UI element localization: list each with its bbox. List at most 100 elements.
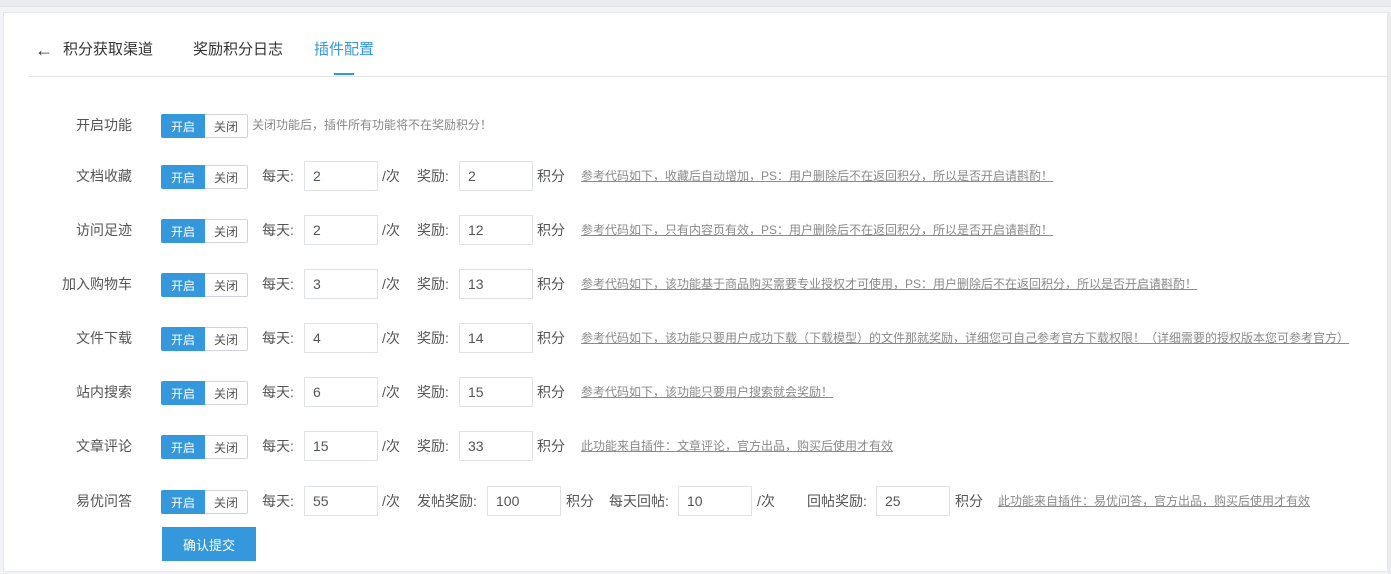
toggle-off-button[interactable]: 关闭 xyxy=(205,490,249,514)
toggle-on-button[interactable]: 开启 xyxy=(161,381,206,405)
reward-input[interactable] xyxy=(459,431,533,461)
toggle-on-button[interactable]: 开启 xyxy=(161,219,206,243)
reward-input[interactable] xyxy=(459,377,533,407)
toggle-on-button[interactable]: 开启 xyxy=(161,273,206,297)
per-day-label: 每天: xyxy=(262,438,294,454)
toggle-off-button[interactable]: 关闭 xyxy=(205,114,249,138)
reply-reward-input[interactable] xyxy=(876,486,950,516)
row-label: 文档收藏 xyxy=(76,168,132,184)
post-reward-input[interactable] xyxy=(487,486,561,516)
per-day-input[interactable] xyxy=(304,486,378,516)
row-note-link[interactable]: 参考代码如下，收藏后自动增加，PS：用户删除后不在返回积分，所以是否开启请斟酌！ xyxy=(581,161,1053,191)
tab-plugin-config[interactable]: 插件配置 xyxy=(314,41,374,59)
active-tab-indicator xyxy=(334,73,354,75)
back-arrow-icon[interactable]: ← xyxy=(35,41,53,59)
reply-reward-label: 回帖奖励: xyxy=(807,493,867,509)
row-toggle[interactable]: 开启 关闭 xyxy=(161,273,249,297)
row-toggle[interactable]: 开启 关闭 xyxy=(161,327,249,351)
tab-reward-log[interactable]: 奖励积分日志 xyxy=(193,41,283,59)
toggle-off-button[interactable]: 关闭 xyxy=(205,273,249,297)
row-label: 加入购物车 xyxy=(62,276,132,292)
per-time-unit: /次 xyxy=(382,438,400,454)
tab-bar: ← 积分获取渠道 奖励积分日志 插件配置 xyxy=(28,13,1390,77)
row-setting: 文章评论 开启关闭每天: /次 奖励: 积分此功能来自插件：文章评论，官方出品，购买后使… xyxy=(4,431,1389,461)
row-note-link[interactable]: 参考代码如下，该功能只要用户成功下载（下载模型）的文件那就奖励，详细您可自己参考… xyxy=(581,323,1349,353)
post-reward-label: 发帖奖励: xyxy=(417,493,477,509)
points-unit: 积分 xyxy=(566,493,594,509)
toggle-off-button[interactable]: 关闭 xyxy=(205,165,249,189)
toggle-off-button[interactable]: 关闭 xyxy=(205,381,249,405)
points-unit: 积分 xyxy=(955,493,983,509)
row-setting: 站内搜索 开启关闭每天: /次 奖励: 积分参考代码如下，该功能只要用户搜索就会奖励！ xyxy=(4,377,1389,407)
row-note-link[interactable]: 参考代码如下，只有内容页有效，PS：用户删除后不在返回积分，所以是否开启请斟酌！ xyxy=(581,215,1053,245)
per-time-unit: /次 xyxy=(382,330,400,346)
daily-reply-input[interactable] xyxy=(678,486,752,516)
toggle-on-button[interactable]: 开启 xyxy=(161,327,206,351)
per-day-label: 每天: xyxy=(262,276,294,292)
per-day-input[interactable] xyxy=(304,377,378,407)
confirm-submit-button[interactable]: 确认提交 xyxy=(162,527,256,561)
daily-reply-label: 每天回帖: xyxy=(609,493,669,509)
per-time-unit: /次 xyxy=(757,493,775,509)
toggle-on-button[interactable]: 开启 xyxy=(161,435,206,459)
per-time-unit: /次 xyxy=(382,493,400,509)
row-toggle[interactable]: 开启 关闭 xyxy=(161,165,249,189)
toggle-off-button[interactable]: 关闭 xyxy=(205,327,249,351)
per-day-input[interactable] xyxy=(304,323,378,353)
per-time-unit: /次 xyxy=(382,168,400,184)
row-note-link[interactable]: 此功能来自插件：文章评论，官方出品，购买后使用才有效 xyxy=(581,431,893,461)
toggle-on-button[interactable]: 开启 xyxy=(161,490,206,514)
points-unit: 积分 xyxy=(537,438,565,454)
points-unit: 积分 xyxy=(537,222,565,238)
row-note-link[interactable]: 此功能来自插件：易优问答，官方出品，购买后使用才有效 xyxy=(998,486,1310,516)
row-label: 开启功能 xyxy=(76,117,132,133)
tab-points-channels[interactable]: 积分获取渠道 xyxy=(63,41,153,59)
reward-label: 奖励: xyxy=(417,222,449,238)
row-label: 访问足迹 xyxy=(76,222,132,238)
per-day-label: 每天: xyxy=(262,222,294,238)
row-label: 站内搜索 xyxy=(76,384,132,400)
settings-panel: ← 积分获取渠道 奖励积分日志 插件配置 开启功能 开启 关闭 关闭功能后，插件… xyxy=(3,12,1390,572)
reward-label: 奖励: xyxy=(417,438,449,454)
per-day-input[interactable] xyxy=(304,161,378,191)
row-label: 易优问答 xyxy=(76,493,132,509)
reward-label: 奖励: xyxy=(417,168,449,184)
master-toggle[interactable]: 开启 关闭 xyxy=(161,114,249,138)
row-note-link[interactable]: 参考代码如下，该功能基于商品购买需要专业授权才可使用，PS：用户删除后不在返回积… xyxy=(581,269,1197,299)
points-unit: 积分 xyxy=(537,168,565,184)
top-bar xyxy=(0,0,1391,7)
toggle-off-button[interactable]: 关闭 xyxy=(205,435,249,459)
row-toggle[interactable]: 开启 关闭 xyxy=(161,219,249,243)
row-master-switch: 开启功能 开启 关闭 关闭功能后，插件所有功能将不在奖励积分！ xyxy=(4,110,1389,140)
row-setting: 加入购物车 开启关闭每天: /次 奖励: 积分参考代码如下，该功能基于商品购买需要专业授… xyxy=(4,269,1389,299)
row-label: 文章评论 xyxy=(76,438,132,454)
per-time-unit: /次 xyxy=(382,222,400,238)
per-time-unit: /次 xyxy=(382,384,400,400)
row-setting: 访问足迹 开启关闭每天: /次 奖励: 积分参考代码如下，只有内容页有效，PS：用户删除… xyxy=(4,215,1389,245)
per-day-input[interactable] xyxy=(304,269,378,299)
row-label: 文件下载 xyxy=(76,330,132,346)
per-day-label: 每天: xyxy=(262,168,294,184)
row-toggle[interactable]: 开启 关闭 xyxy=(161,381,249,405)
reward-label: 奖励: xyxy=(417,330,449,346)
reward-input[interactable] xyxy=(459,215,533,245)
points-unit: 积分 xyxy=(537,330,565,346)
master-hint: 关闭功能后，插件所有功能将不在奖励积分！ xyxy=(252,118,493,132)
toggle-on-button[interactable]: 开启 xyxy=(161,114,206,138)
reward-input[interactable] xyxy=(459,161,533,191)
per-day-label: 每天: xyxy=(262,493,294,509)
per-day-label: 每天: xyxy=(262,330,294,346)
toggle-off-button[interactable]: 关闭 xyxy=(205,219,249,243)
row-toggle[interactable]: 开启 关闭 xyxy=(161,435,249,459)
reward-input[interactable] xyxy=(459,323,533,353)
row-note-link[interactable]: 参考代码如下，该功能只要用户搜索就会奖励！ xyxy=(581,377,833,407)
toggle-on-button[interactable]: 开启 xyxy=(161,165,206,189)
reward-input[interactable] xyxy=(459,269,533,299)
points-unit: 积分 xyxy=(537,276,565,292)
row-setting: 文件下载 开启关闭每天: /次 奖励: 积分参考代码如下，该功能只要用户成功下载（下载模… xyxy=(4,323,1389,353)
per-day-label: 每天: xyxy=(262,384,294,400)
per-day-input[interactable] xyxy=(304,431,378,461)
per-time-unit: /次 xyxy=(382,276,400,292)
per-day-input[interactable] xyxy=(304,215,378,245)
qa-toggle[interactable]: 开启 关闭 xyxy=(161,490,249,514)
